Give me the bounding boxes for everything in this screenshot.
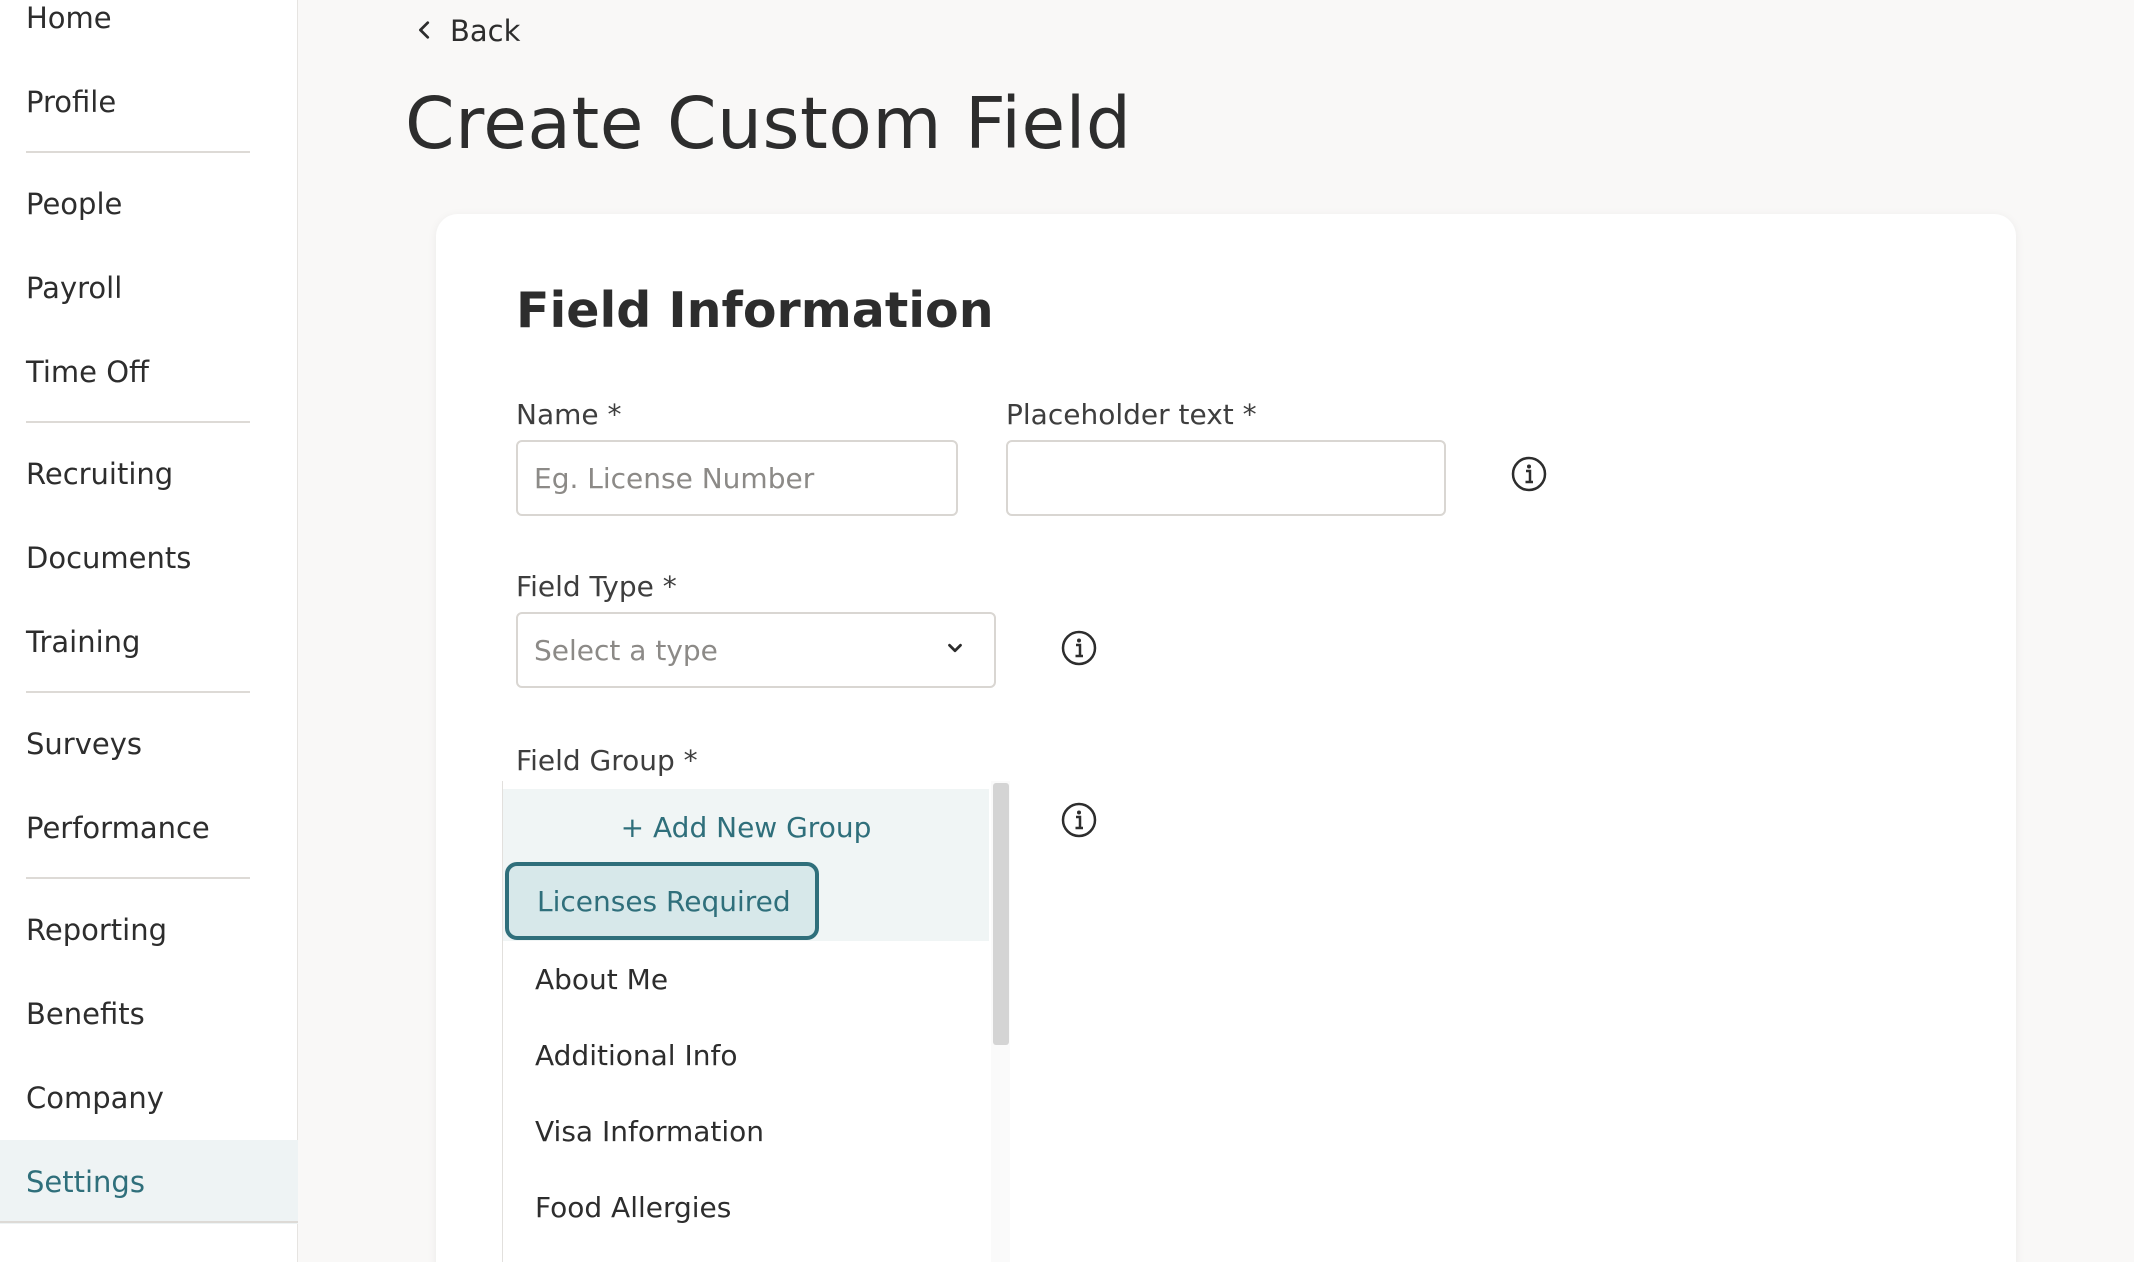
field-group-label: Field Group *: [516, 744, 698, 777]
sidebar-item-label: Settings: [26, 1165, 145, 1199]
chevron-left-icon: [414, 14, 436, 48]
sidebar-item-label: Recruiting: [26, 457, 174, 491]
sidebar-item-label: Reporting: [26, 913, 167, 947]
sidebar-item-label: People: [26, 187, 123, 221]
sidebar-item-label: Time Off: [26, 355, 149, 389]
info-icon[interactable]: [1060, 801, 1098, 839]
field-type-label: Field Type *: [516, 570, 677, 603]
sidebar-item-training[interactable]: Training: [0, 600, 298, 684]
dropdown-option[interactable]: About Me: [503, 941, 989, 1017]
sidebar-item-profile[interactable]: Profile: [0, 60, 298, 144]
back-label: Back: [450, 14, 521, 48]
sidebar-divider: [26, 421, 250, 423]
sidebar-item-label: Home: [26, 1, 112, 35]
section-title: Field Information: [516, 282, 994, 339]
name-input[interactable]: [516, 440, 958, 516]
info-icon[interactable]: [1060, 629, 1098, 667]
dropdown-option[interactable]: Additional Info: [503, 1017, 989, 1093]
sidebar-divider: [0, 1221, 298, 1223]
dropdown-option[interactable]: Food Allergies: [503, 1169, 989, 1245]
add-new-group-button[interactable]: + Add New Group: [503, 789, 989, 865]
sidebar-item-performance[interactable]: Performance: [0, 786, 298, 870]
dropdown-option-selected[interactable]: Licenses Required: [505, 862, 819, 940]
name-label: Name *: [516, 398, 622, 431]
scrollbar-thumb[interactable]: [993, 783, 1009, 1045]
sidebar: Home Profile People Payroll Time Off Rec…: [0, 0, 298, 1262]
sidebar-item-company[interactable]: Company: [0, 1056, 298, 1140]
sidebar-item-benefits[interactable]: Benefits: [0, 972, 298, 1056]
sidebar-item-surveys[interactable]: Surveys: [0, 702, 298, 786]
sidebar-item-label: Surveys: [26, 727, 142, 761]
sidebar-item-people[interactable]: People: [0, 162, 298, 246]
sidebar-item-documents[interactable]: Documents: [0, 516, 298, 600]
chevron-down-icon: [944, 637, 978, 663]
placeholder-text-label: Placeholder text *: [1006, 398, 1257, 431]
field-type-select[interactable]: Select a type: [516, 612, 996, 688]
dropdown-option[interactable]: Visa Information: [503, 1093, 989, 1169]
back-link[interactable]: Back: [414, 14, 520, 48]
sidebar-item-label: Profile: [26, 85, 117, 119]
sidebar-item-label: Company: [26, 1081, 164, 1115]
sidebar-divider: [26, 691, 250, 693]
sidebar-item-reporting[interactable]: Reporting: [0, 888, 298, 972]
sidebar-item-settings[interactable]: Settings: [0, 1140, 298, 1224]
sidebar-item-time-off[interactable]: Time Off: [0, 330, 298, 414]
sidebar-item-recruiting[interactable]: Recruiting: [0, 432, 298, 516]
sidebar-item-label: Performance: [26, 811, 210, 845]
field-type-placeholder: Select a type: [534, 633, 718, 667]
field-group-dropdown[interactable]: + Add New Group Licenses Required About …: [502, 781, 1010, 1262]
sidebar-divider: [26, 877, 250, 879]
sidebar-item-label: Documents: [26, 541, 192, 575]
sidebar-item-label: Payroll: [26, 271, 123, 305]
info-icon[interactable]: [1510, 455, 1548, 493]
sidebar-divider: [26, 151, 250, 153]
sidebar-item-label: Benefits: [26, 997, 145, 1031]
page-title: Create Custom Field: [405, 82, 1132, 165]
sidebar-item-payroll[interactable]: Payroll: [0, 246, 298, 330]
placeholder-text-input[interactable]: [1006, 440, 1446, 516]
sidebar-item-home[interactable]: Home: [0, 0, 298, 60]
dropdown-scrollbar[interactable]: [991, 781, 1010, 1262]
sidebar-item-label: Training: [26, 625, 141, 659]
